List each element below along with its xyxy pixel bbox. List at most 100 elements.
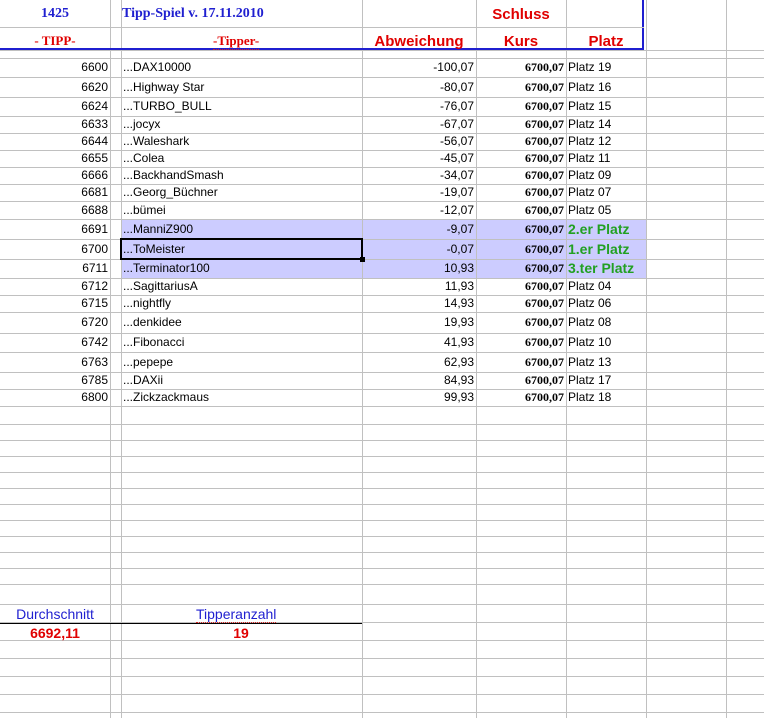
cell-abweichung[interactable]: -80,07 [362,77,474,97]
cell-tipp[interactable]: 6800 [0,389,108,406]
cell-platz[interactable]: 2.er Platz [568,219,648,239]
cell-kurs[interactable]: 6700,07 [476,278,564,295]
cell-abweichung[interactable]: 41,93 [362,333,474,352]
cell-tipper[interactable]: ...Waleshark [123,133,361,150]
cell-platz[interactable]: Platz 09 [568,167,648,184]
summary-tipperanzahl-label[interactable]: Tipperanzahl [196,606,277,623]
cell-tipp[interactable]: 6688 [0,201,108,219]
cell-abweichung[interactable]: -9,07 [362,219,474,239]
cell-platz[interactable]: Platz 17 [568,372,648,389]
cell-kurs[interactable]: 6700,07 [476,201,564,219]
cell-tipper[interactable]: ...DAX10000 [123,58,361,77]
table-row[interactable]: 6633 ...jocyx -67,07 6700,07 Platz 14 [0,116,646,133]
cell-abweichung[interactable]: -0,07 [362,239,474,259]
cell-abweichung[interactable]: 99,93 [362,389,474,406]
cell-platz[interactable]: 3.ter Platz [568,259,648,278]
cell-abweichung[interactable]: 11,93 [362,278,474,295]
cell-tipper[interactable]: ...Fibonacci [123,333,361,352]
cell-abweichung[interactable]: 62,93 [362,352,474,372]
table-row[interactable]: 6691 ...ManniZ900 -9,07 6700,07 2.er Platz [0,219,646,239]
cell-platz[interactable]: Platz 08 [568,312,648,333]
cell-platz[interactable]: Platz 16 [568,77,648,97]
cell-kurs[interactable]: 6700,07 [476,184,564,201]
cell-tipp[interactable]: 6633 [0,116,108,133]
cell-kurs[interactable]: 6700,07 [476,167,564,184]
table-row[interactable]: 6715 ...nightfly 14,93 6700,07 Platz 06 [0,295,646,312]
cell-tipper[interactable]: ...Highway Star [123,77,361,97]
cell-platz[interactable]: Platz 13 [568,352,648,372]
cell-platz[interactable]: Platz 05 [568,201,648,219]
cell-platz[interactable]: Platz 07 [568,184,648,201]
cell-kurs[interactable]: 6700,07 [476,116,564,133]
cell-kurs[interactable]: 6700,07 [476,372,564,389]
cell-tipper[interactable]: ...SagittariusA [123,278,361,295]
header-col-tipper[interactable]: -Tipper- [213,33,260,50]
cell-platz[interactable]: Platz 10 [568,333,648,352]
cell-kurs[interactable]: 6700,07 [476,219,564,239]
summary-tipperanzahl-value[interactable]: 19 [121,625,361,641]
cell-abweichung[interactable]: -12,07 [362,201,474,219]
cell-kurs[interactable]: 6700,07 [476,352,564,372]
cell-kurs[interactable]: 6700,07 [476,150,564,167]
header-col-tipp[interactable]: - TIPP- [0,33,110,49]
cell-abweichung[interactable]: 14,93 [362,295,474,312]
header-col-platz[interactable]: Platz [566,33,646,50]
cell-tipper[interactable]: ...denkidee [123,312,361,333]
cell-platz[interactable]: Platz 06 [568,295,648,312]
table-row[interactable]: 6681 ...Georg_Büchner -19,07 6700,07 Platz 0… [0,184,646,201]
table-row[interactable]: 6720 ...denkidee 19,93 6700,07 Platz 08 [0,312,646,333]
cell-platz[interactable]: 1.er Platz [568,239,648,259]
cell-tipp[interactable]: 6620 [0,77,108,97]
header-col-abweichung[interactable]: Abweichung [362,33,476,50]
cell-tipper[interactable]: ...ManniZ900 [123,219,361,239]
cell-tipp[interactable]: 6655 [0,150,108,167]
cell-abweichung[interactable]: 10,93 [362,259,474,278]
table-row[interactable]: 6800 ...Zickzackmaus 99,93 6700,07 Platz 18 [0,389,646,406]
cell-abweichung[interactable]: -56,07 [362,133,474,150]
cell-platz[interactable]: Platz 18 [568,389,648,406]
cell-tipper[interactable]: ...Colea [123,150,361,167]
cell-tipp[interactable]: 6715 [0,295,108,312]
cell-abweichung[interactable]: -45,07 [362,150,474,167]
cell-platz[interactable]: Platz 04 [568,278,648,295]
cell-tipper[interactable]: ...nightfly [123,295,361,312]
table-row[interactable]: 6666 ...BackhandSmash -34,07 6700,07 Platz 0… [0,167,646,184]
cell-tipp[interactable]: 6742 [0,333,108,352]
cell-abweichung[interactable]: -34,07 [362,167,474,184]
cell-abweichung[interactable]: -67,07 [362,116,474,133]
cell-abweichung[interactable]: -76,07 [362,97,474,116]
cell-tipp[interactable]: 6691 [0,219,108,239]
cell-tipp[interactable]: 6644 [0,133,108,150]
cell-tipper[interactable]: ...Zickzackmaus [123,389,361,406]
cell-tipp[interactable]: 6763 [0,352,108,372]
spreadsheet-grid[interactable]: 1425 Tipp-Spiel v. 17.11.2010 Schluss - … [0,0,764,718]
header-title[interactable]: Tipp-Spiel v. 17.11.2010 [122,6,264,22]
header-schluss[interactable]: Schluss [476,6,566,23]
table-row[interactable]: 6644 ...Waleshark -56,07 6700,07 Platz 12 [0,133,646,150]
cell-abweichung[interactable]: 84,93 [362,372,474,389]
cell-platz[interactable]: Platz 19 [568,58,648,77]
table-row[interactable]: 6785 ...DAXii 84,93 6700,07 Platz 17 [0,372,646,389]
cell-tipp[interactable]: 6681 [0,184,108,201]
fill-handle[interactable] [360,257,365,262]
cell-tipp[interactable]: 6700 [0,239,108,259]
cell-kurs[interactable]: 6700,07 [476,312,564,333]
header-id-number[interactable]: 1425 [0,6,110,22]
cell-platz[interactable]: Platz 11 [568,150,648,167]
table-row[interactable]: 6688 ...bümei -12,07 6700,07 Platz 05 [0,201,646,219]
cell-kurs[interactable]: 6700,07 [476,333,564,352]
cell-tipp[interactable]: 6785 [0,372,108,389]
cell-kurs[interactable]: 6700,07 [476,295,564,312]
cell-tipper[interactable]: ...TURBO_BULL [123,97,361,116]
table-row[interactable]: 6712 ...SagittariusA 11,93 6700,07 Platz 04 [0,278,646,295]
cell-abweichung[interactable]: 19,93 [362,312,474,333]
header-col-kurs[interactable]: Kurs [476,33,566,50]
cell-tipper[interactable]: ...pepepe [123,352,361,372]
cell-tipper[interactable]: ...DAXii [123,372,361,389]
cell-tipp[interactable]: 6624 [0,97,108,116]
cell-kurs[interactable]: 6700,07 [476,97,564,116]
summary-durchschnitt-value[interactable]: 6692,11 [0,625,110,641]
cell-abweichung[interactable]: -100,07 [362,58,474,77]
cell-tipp[interactable]: 6712 [0,278,108,295]
table-row[interactable]: 6742 ...Fibonacci 41,93 6700,07 Platz 10 [0,333,646,352]
